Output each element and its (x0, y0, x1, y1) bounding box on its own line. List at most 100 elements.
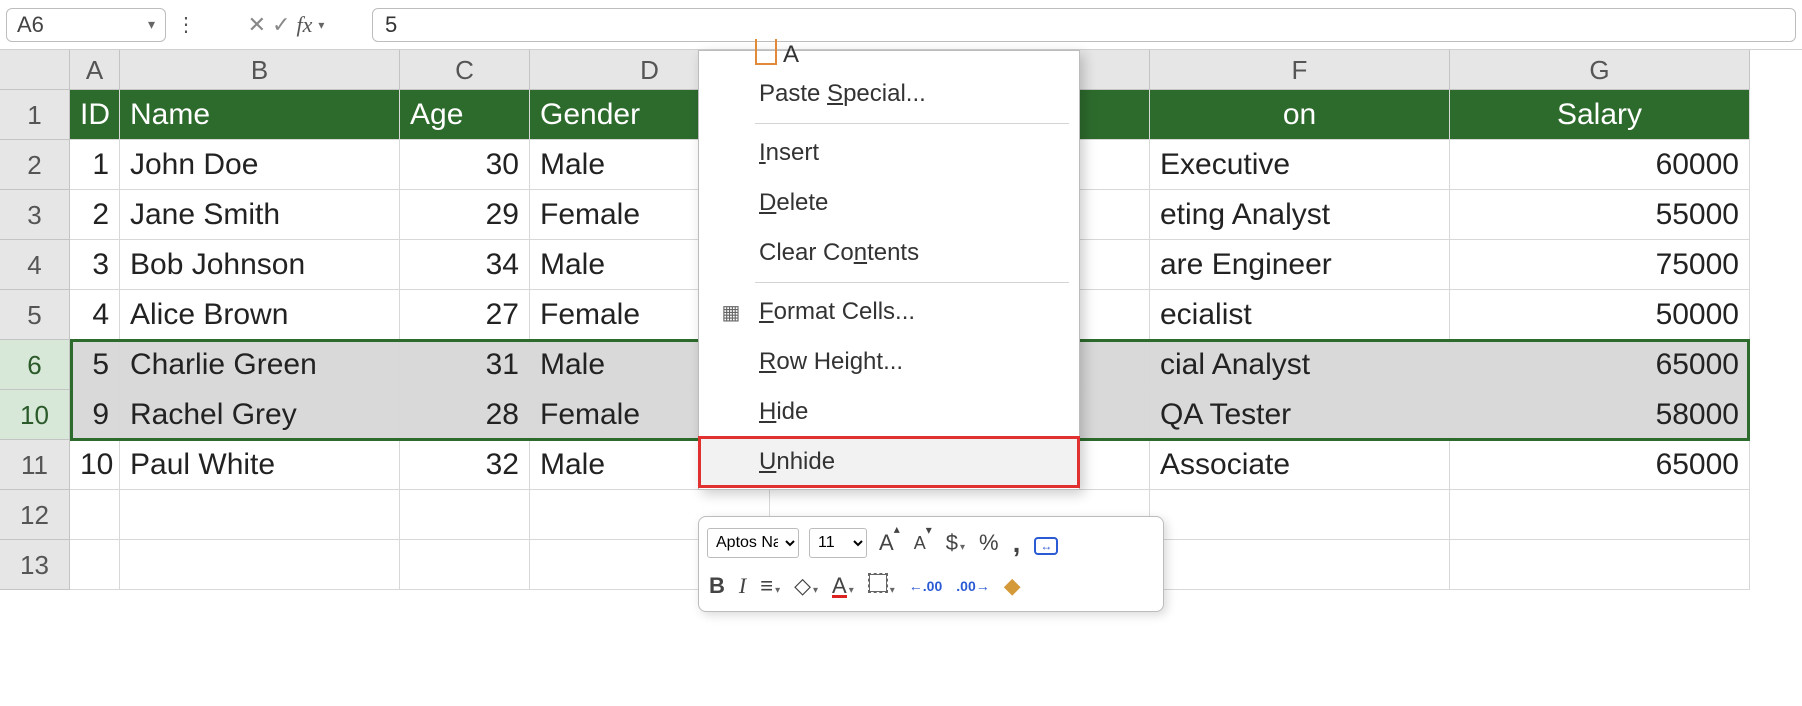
cell[interactable]: 28 (400, 390, 530, 440)
cell[interactable]: ID (70, 90, 120, 140)
row-header-12[interactable]: 12 (0, 490, 70, 540)
decrease-font-button[interactable]: A▾ (912, 531, 934, 554)
cell[interactable] (400, 490, 530, 540)
cell[interactable]: Rachel Grey (120, 390, 400, 440)
cell[interactable]: Jane Smith (120, 190, 400, 240)
cell[interactable]: Bob Johnson (120, 240, 400, 290)
cell[interactable]: John Doe (120, 140, 400, 190)
autofit-icon[interactable]: ↔ (1032, 530, 1060, 556)
enter-icon[interactable]: ✓ (272, 12, 290, 38)
column-header-B[interactable]: B (120, 50, 400, 90)
font-size-select[interactable]: 11 (809, 528, 867, 558)
cell[interactable]: 75000 (1450, 240, 1750, 290)
cell[interactable]: Name (120, 90, 400, 140)
increase-decimal-button[interactable]: .00→ (954, 578, 991, 594)
fill-color-button[interactable]: ◇▾ (792, 573, 820, 599)
borders-button[interactable]: ▾ (866, 573, 897, 599)
context-menu-delete[interactable]: Delete (699, 178, 1079, 228)
column-header-G[interactable]: G (1450, 50, 1750, 90)
context-menu-format-cells[interactable]: ▦Format Cells... (699, 287, 1079, 337)
context-menu-row-height[interactable]: Row Height... (699, 337, 1079, 387)
cell[interactable]: are Engineer (1150, 240, 1450, 290)
name-box[interactable]: A6 ▾ (6, 8, 166, 42)
cell[interactable]: Charlie Green (120, 340, 400, 390)
format-painter-button[interactable]: ◆ (1002, 573, 1023, 599)
increase-font-button[interactable]: A▴ (877, 530, 902, 556)
cell[interactable]: ecialist (1150, 290, 1450, 340)
cell[interactable]: 2 (70, 190, 120, 240)
cell[interactable]: 30 (400, 140, 530, 190)
column-header-A[interactable]: A (70, 50, 120, 90)
cell[interactable]: 29 (400, 190, 530, 240)
cell[interactable]: Alice Brown (120, 290, 400, 340)
context-menu-insert[interactable]: Insert (699, 128, 1079, 178)
cancel-icon[interactable]: ✕ (248, 12, 266, 38)
context-menu-hide[interactable]: Hide (699, 387, 1079, 437)
cell[interactable] (120, 490, 400, 540)
cell[interactable] (400, 540, 530, 590)
formula-input[interactable]: 5 (372, 8, 1796, 42)
cell[interactable]: 1 (70, 140, 120, 190)
percent-button[interactable]: % (977, 530, 1001, 556)
cell[interactable]: 3 (70, 240, 120, 290)
more-icon[interactable]: ⋮ (172, 12, 200, 37)
cell[interactable]: QA Tester (1150, 390, 1450, 440)
cell[interactable] (70, 540, 120, 590)
cell[interactable]: 9 (70, 390, 120, 440)
cell[interactable]: 10 (70, 440, 120, 490)
font-color-button[interactable]: A▾ (830, 573, 856, 599)
column-header-F[interactable]: F (1150, 50, 1450, 90)
row-header-10[interactable]: 10 (0, 390, 70, 440)
comma-button[interactable]: , (1011, 527, 1023, 559)
italic-button[interactable]: I (737, 573, 748, 599)
clipboard-icon (755, 39, 777, 65)
cell[interactable] (1150, 490, 1450, 540)
context-menu-label: Row Height... (759, 348, 903, 376)
cell[interactable]: 27 (400, 290, 530, 340)
cell[interactable]: 34 (400, 240, 530, 290)
cell[interactable]: 55000 (1450, 190, 1750, 240)
fx-icon[interactable]: fx (296, 12, 312, 38)
cell[interactable] (1150, 540, 1450, 590)
cell[interactable]: Executive (1150, 140, 1450, 190)
cell[interactable]: 31 (400, 340, 530, 390)
cell[interactable]: on (1150, 90, 1450, 140)
decrease-decimal-button[interactable]: ←.00 (907, 578, 944, 594)
cell[interactable]: Associate (1150, 440, 1450, 490)
row-header-13[interactable]: 13 (0, 540, 70, 590)
row-header-3[interactable]: 3 (0, 190, 70, 240)
row-header-4[interactable]: 4 (0, 240, 70, 290)
cell[interactable]: 65000 (1450, 340, 1750, 390)
cell[interactable]: Paul White (120, 440, 400, 490)
select-all-corner[interactable] (0, 50, 70, 90)
cell[interactable] (1450, 490, 1750, 540)
cell[interactable] (120, 540, 400, 590)
cell[interactable] (70, 490, 120, 540)
cell[interactable]: 32 (400, 440, 530, 490)
cell[interactable]: eting Analyst (1150, 190, 1450, 240)
context-menu-clear-contents[interactable]: Clear Contents (699, 228, 1079, 278)
row-header-5[interactable]: 5 (0, 290, 70, 340)
cell[interactable]: Salary (1450, 90, 1750, 140)
bold-button[interactable]: B (707, 573, 727, 599)
currency-button[interactable]: $▾ (944, 530, 967, 556)
cell[interactable]: 5 (70, 340, 120, 390)
row-header-11[interactable]: 11 (0, 440, 70, 490)
context-menu-unhide[interactable]: Unhide (699, 437, 1079, 487)
chevron-down-icon[interactable]: ▾ (318, 18, 324, 32)
cell[interactable] (1450, 540, 1750, 590)
cell[interactable]: 65000 (1450, 440, 1750, 490)
align-button[interactable]: ≡▾ (758, 573, 782, 599)
row-header-2[interactable]: 2 (0, 140, 70, 190)
cell[interactable]: cial Analyst (1150, 340, 1450, 390)
cell[interactable]: 50000 (1450, 290, 1750, 340)
column-header-C[interactable]: C (400, 50, 530, 90)
context-menu-paste-special[interactable]: Paste Special... (699, 69, 1079, 119)
row-header-6[interactable]: 6 (0, 340, 70, 390)
font-name-select[interactable]: Aptos Na (707, 528, 799, 558)
cell[interactable]: 58000 (1450, 390, 1750, 440)
cell[interactable]: 60000 (1450, 140, 1750, 190)
cell[interactable]: Age (400, 90, 530, 140)
cell[interactable]: 4 (70, 290, 120, 340)
row-header-1[interactable]: 1 (0, 90, 70, 140)
